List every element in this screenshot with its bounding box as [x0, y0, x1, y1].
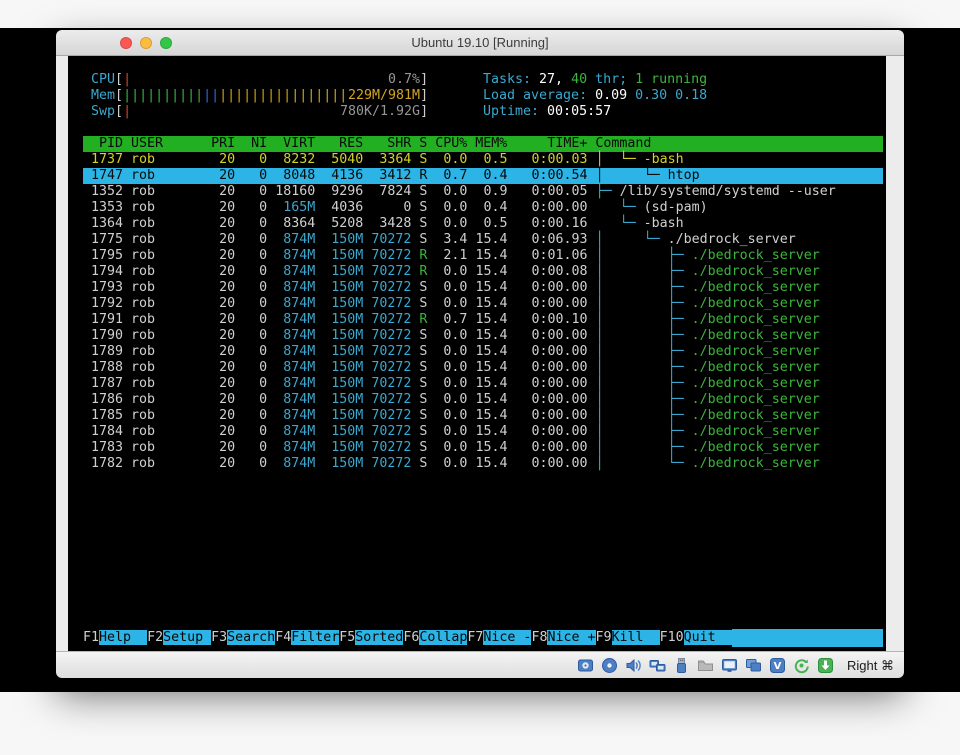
- process-row[interactable]: 1793 rob 20 0 874M 150M 70272 S 0.0 15.4…: [83, 280, 883, 296]
- fnkey-f9[interactable]: F9Kill: [596, 629, 660, 647]
- process-row[interactable]: 1747 rob 20 0 8048 4136 3412 R 0.7 0.4 0…: [83, 168, 883, 184]
- htop-stats: Tasks: 27, 40 thr; 1 runningLoad average…: [483, 72, 707, 120]
- process-row[interactable]: 1789 rob 20 0 874M 150M 70272 S 0.0 15.4…: [83, 344, 883, 360]
- process-row[interactable]: 1791 rob 20 0 874M 150M 70272 R 0.7 15.4…: [83, 312, 883, 328]
- process-row[interactable]: 1795 rob 20 0 874M 150M 70272 R 2.1 15.4…: [83, 248, 883, 264]
- process-row[interactable]: 1792 rob 20 0 874M 150M 70272 S 0.0 15.4…: [83, 296, 883, 312]
- process-table-header[interactable]: PID USER PRI NI VIRT RES SHR S CPU% MEM%…: [83, 136, 883, 152]
- window-title: Ubuntu 19.10 [Running]: [56, 35, 904, 50]
- process-row[interactable]: 1790 rob 20 0 874M 150M 70272 S 0.0 15.4…: [83, 328, 883, 344]
- process-row[interactable]: 1785 rob 20 0 874M 150M 70272 S 0.0 15.4…: [83, 408, 883, 424]
- vm-screen: CPU[|0.7%] Mem[|||||||||||||||||||||||||…: [68, 56, 886, 651]
- process-row[interactable]: 1786 rob 20 0 874M 150M 70272 S 0.0 15.4…: [83, 392, 883, 408]
- fnkey-f3[interactable]: F3Search: [211, 629, 275, 647]
- fnkey-f8[interactable]: F8Nice +: [531, 629, 595, 647]
- audio-icon[interactable]: [625, 657, 642, 674]
- stat-line: Tasks: 27, 40 thr; 1 running: [483, 72, 707, 88]
- fnkey-f2[interactable]: F2Setup: [147, 629, 211, 647]
- htop-terminal: CPU[|0.7%] Mem[|||||||||||||||||||||||||…: [83, 72, 883, 472]
- fnkey-f7[interactable]: F7Nice -: [467, 629, 531, 647]
- process-row[interactable]: 1794 rob 20 0 874M 150M 70272 R 0.0 15.4…: [83, 264, 883, 280]
- vm-display-area: CPU[|0.7%] Mem[|||||||||||||||||||||||||…: [56, 56, 904, 651]
- window-titlebar[interactable]: Ubuntu 19.10 [Running]: [56, 30, 904, 56]
- shared-folders-icon[interactable]: [697, 657, 714, 674]
- process-row[interactable]: 1782 rob 20 0 874M 150M 70272 S 0.0 15.4…: [83, 456, 883, 472]
- fnkey-f1[interactable]: F1Help: [83, 629, 147, 647]
- features-icon[interactable]: V: [769, 657, 786, 674]
- display-icon[interactable]: [721, 657, 738, 674]
- process-row[interactable]: 1788 rob 20 0 874M 150M 70272 S 0.0 15.4…: [83, 360, 883, 376]
- process-row[interactable]: 1353 rob 20 0 165M 4036 0 S 0.0 0.4 0:00…: [83, 200, 883, 216]
- stat-line: Uptime: 00:05:57: [483, 104, 707, 120]
- stat-line: Load average: 0.09 0.30 0.18: [483, 88, 707, 104]
- fnkey-f4[interactable]: F4Filter: [275, 629, 339, 647]
- mouse-integration-icon[interactable]: [793, 657, 810, 674]
- process-row[interactable]: 1784 rob 20 0 874M 150M 70272 S 0.0 15.4…: [83, 424, 883, 440]
- process-table: 1737 rob 20 0 8232 5040 3364 S 0.0 0.5 0…: [83, 152, 883, 472]
- vbox-statusbar: V Right ⌘: [56, 651, 904, 678]
- function-key-bar: F1Help F2Setup F3SearchF4FilterF5SortedF…: [83, 629, 883, 647]
- screenshot-stage: Ubuntu 19.10 [Running] CPU[|0.7%] Mem[||…: [0, 0, 960, 755]
- host-key-indicator: Right ⌘: [847, 658, 894, 674]
- optical-disc-icon[interactable]: [601, 657, 618, 674]
- process-row[interactable]: 1783 rob 20 0 874M 150M 70272 S 0.0 15.4…: [83, 440, 883, 456]
- svg-text:V: V: [774, 661, 782, 672]
- process-row[interactable]: 1737 rob 20 0 8232 5040 3364 S 0.0 0.5 0…: [83, 152, 883, 168]
- fnkey-f6[interactable]: F6Collap: [403, 629, 467, 647]
- fnkey-f10[interactable]: F10Quit: [660, 629, 732, 647]
- fnkey-f5[interactable]: F5Sorted: [339, 629, 403, 647]
- process-row[interactable]: 1787 rob 20 0 874M 150M 70272 S 0.0 15.4…: [83, 376, 883, 392]
- hdd-icon[interactable]: [577, 657, 594, 674]
- network-icon[interactable]: [649, 657, 666, 674]
- keyboard-capture-icon[interactable]: [817, 657, 834, 674]
- recording-icon[interactable]: [745, 657, 762, 674]
- usb-icon[interactable]: [673, 657, 690, 674]
- virtualbox-window: Ubuntu 19.10 [Running] CPU[|0.7%] Mem[||…: [56, 30, 904, 679]
- process-row[interactable]: 1352 rob 20 0 18160 9296 7824 S 0.0 0.9 …: [83, 184, 883, 200]
- process-row[interactable]: 1364 rob 20 0 8364 5208 3428 S 0.0 0.5 0…: [83, 216, 883, 232]
- process-row[interactable]: 1775 rob 20 0 874M 150M 70272 S 3.4 15.4…: [83, 232, 883, 248]
- statusbar-icons: V Right ⌘: [577, 652, 894, 679]
